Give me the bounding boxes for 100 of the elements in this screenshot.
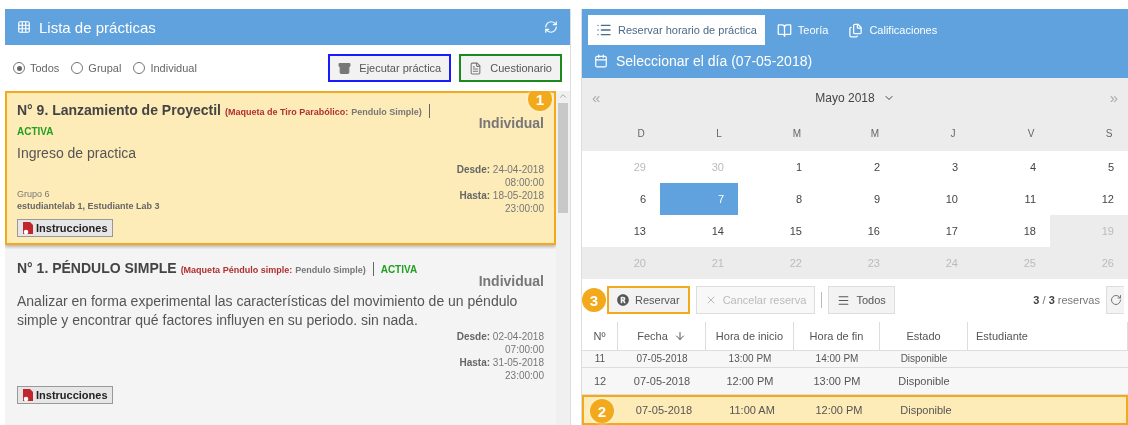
reserve-button[interactable]: Reservar (607, 286, 690, 315)
sort-arrow-icon (673, 330, 686, 342)
refresh-icon[interactable] (544, 20, 558, 34)
step-badge: 2 (590, 399, 614, 423)
grid-icon (17, 20, 31, 34)
tab[interactable]: Reservar horario de práctica (588, 15, 765, 45)
table-cell-text: 12:00 PM (725, 375, 775, 387)
step-badge: 1 (528, 91, 552, 111)
document-icon (22, 221, 34, 235)
instructions-button[interactable]: Instrucciones (17, 386, 113, 404)
end-time: 23:00:00 (505, 369, 544, 382)
instructions-button[interactable]: Instrucciones (17, 219, 113, 237)
status-label: ACTIVA (17, 126, 54, 137)
calendar-day[interactable]: 18 (972, 214, 1050, 247)
weekday-label: J (949, 126, 957, 141)
practice-card[interactable] (5, 91, 556, 245)
refresh-button[interactable] (1106, 286, 1124, 315)
mode-label: Individual (478, 273, 544, 289)
table-row[interactable]: 11 07-05-2018 13:00 PM 14:00 PM Disponible (582, 351, 1128, 368)
refresh-icon (1110, 294, 1122, 307)
end-date: Hasta: 31-05-2018 (459, 356, 544, 369)
calendar-day[interactable]: 6 (582, 182, 660, 215)
practice-title: N° 1. PÉNDULO SIMPLE (17, 260, 177, 276)
scrollbar[interactable] (556, 91, 570, 425)
weekday-label: D (636, 126, 646, 141)
calendar-day[interactable]: 9 (816, 182, 894, 215)
model-label: (Maqueta Péndulo simple: (180, 265, 293, 275)
group-label: Grupo 6 (17, 189, 51, 199)
column-header[interactable]: Hora de inicio (706, 322, 794, 350)
calendar-day[interactable]: 11 (972, 182, 1050, 215)
column-header[interactable]: Estudiante (968, 322, 1128, 350)
menu-icon (837, 293, 851, 307)
radio-option[interactable]: Grupal (71, 62, 122, 74)
table-cell-text: 07-05-2018 (635, 354, 689, 364)
calendar-day[interactable]: 3 (894, 150, 972, 183)
start-date: Desde: 24-04-2018 (456, 163, 544, 176)
panel-title: Lista de prácticas (39, 18, 157, 36)
table-cell-text: 07-05-2018 (632, 375, 692, 387)
weekday-label: M (869, 126, 881, 141)
table-cell-text: Disponible (897, 375, 951, 387)
reservation-count: 3 / 3 reservas (1033, 294, 1100, 307)
weekday-label: V (1026, 126, 1036, 141)
status-label: ACTIVA (380, 264, 418, 275)
calendar-day[interactable]: 13 (582, 214, 660, 247)
quiz-button[interactable]: Cuestionario (459, 54, 562, 82)
column-header[interactable]: Hora de fin (794, 322, 880, 350)
start-time: 07:00:00 (505, 343, 544, 356)
table-cell-text: 13:00 PM (727, 354, 773, 364)
calendar-day[interactable]: 8 (738, 182, 816, 215)
month-selector[interactable]: Mayo 2018 (600, 89, 1110, 106)
weekday-label: M (791, 126, 803, 141)
registered-icon (617, 294, 629, 307)
calendar-day[interactable]: 10 (894, 182, 972, 215)
filter-button[interactable]: Todos (828, 286, 895, 315)
scroll-up-icon[interactable] (558, 91, 568, 101)
model-name: Pendulo Simple) (351, 107, 422, 117)
calendar-day[interactable]: 12 (1050, 182, 1128, 215)
column-header[interactable]: Fecha (618, 322, 706, 350)
calendar-day[interactable]: 16 (816, 214, 894, 247)
mode-label: Individual (478, 115, 544, 133)
table-cell-text: 13:00 PM (812, 375, 862, 387)
calendar-day[interactable]: 1 (738, 150, 816, 183)
table-cell-text: Disponible (899, 354, 949, 364)
table-cell-text: 11 (593, 354, 607, 364)
list-icon (596, 22, 612, 38)
calendar-day[interactable]: 14 (660, 214, 738, 247)
document-icon (22, 388, 34, 402)
table-cell-text: 14:00 PM (814, 354, 860, 364)
students-label: estudiantelab 1, Estudiante Lab 3 (17, 201, 161, 211)
end-date: Hasta: 18-05-2018 (459, 189, 544, 202)
model-name: Pendulo Simple) (295, 265, 366, 275)
practice-description: Ingreso de practica (17, 144, 138, 163)
calendar-day[interactable]: 5 (1050, 150, 1128, 183)
table-cell-text: 07-05-2018 (634, 404, 694, 416)
column-header[interactable]: Nº (582, 322, 618, 350)
model-label: (Maqueta de Tiro Parabólico: (225, 107, 349, 117)
table-cell-text: Disponible (899, 404, 953, 416)
run-button[interactable]: Ejecutar práctica (328, 54, 452, 82)
end-time: 23:00:00 (505, 202, 544, 215)
book-icon (776, 22, 792, 38)
table-cell-text: 11:00 AM (728, 404, 776, 416)
weekday-label: L (715, 126, 723, 141)
table-row[interactable]: 12 07-05-2018 12:00 PM 13:00 PM Disponible (582, 368, 1128, 395)
calendar-day[interactable]: 4 (972, 150, 1050, 183)
radio-option[interactable]: Todos (13, 62, 60, 74)
table-cell-text: 12:00 PM (814, 404, 864, 416)
start-date: Desde: 02-04-2018 (456, 330, 544, 343)
column-header[interactable]: Estado (880, 322, 968, 350)
start-time: 08:00:00 (505, 176, 544, 189)
table-row[interactable]: 2 07-05-2018 11:00 AM 12:00 PM Disponible (582, 395, 1128, 425)
calendar-day[interactable]: 2 (816, 150, 894, 183)
weekday-label: S (1104, 126, 1114, 141)
archive-icon (338, 61, 352, 75)
calendar-day[interactable]: 17 (894, 214, 972, 247)
scrollbar-thumb[interactable] (558, 103, 568, 213)
step-badge: 3 (582, 288, 606, 313)
day-title: Seleccionar el día (07-05-2018) (616, 53, 814, 70)
calendar-day[interactable]: 15 (738, 214, 816, 247)
radio-option[interactable]: Individual (133, 62, 197, 74)
document-icon (469, 61, 483, 75)
